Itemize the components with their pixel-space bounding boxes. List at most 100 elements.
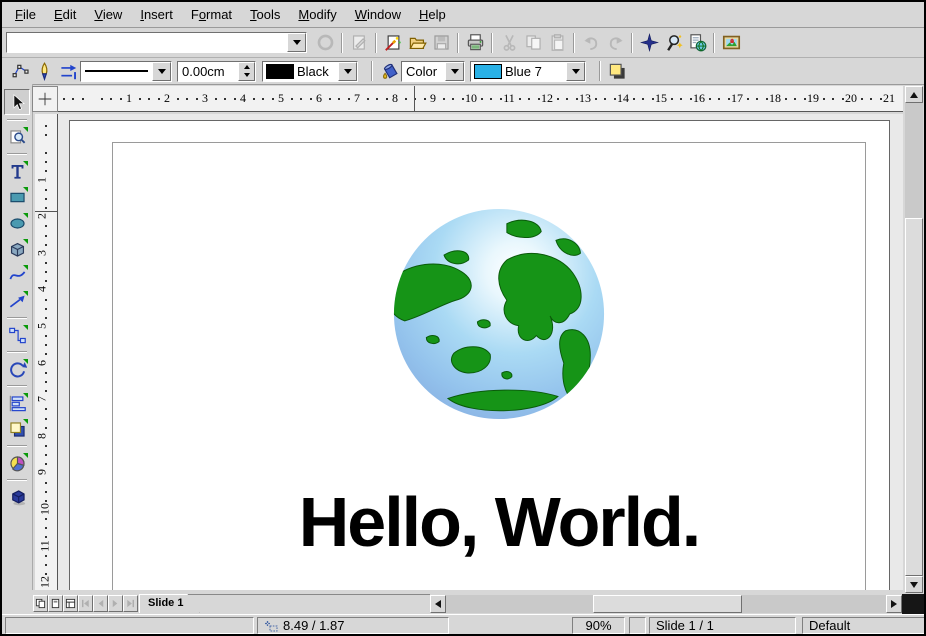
- menu-format[interactable]: Format: [182, 4, 241, 25]
- ruler-tick: [45, 317, 47, 319]
- zoom-level-field[interactable]: 90%: [572, 617, 625, 634]
- arrow-style-button[interactable]: [56, 59, 80, 83]
- first-slide-button[interactable]: [78, 595, 93, 612]
- menu-modify[interactable]: Modify: [289, 4, 345, 25]
- redo-button[interactable]: [603, 31, 627, 55]
- stop-icon: [316, 33, 335, 52]
- previous-slide-button[interactable]: [93, 595, 108, 612]
- cut-button[interactable]: [497, 31, 521, 55]
- arrow-down-icon: [910, 582, 918, 588]
- line-style-combo[interactable]: [80, 61, 172, 82]
- menu-edit[interactable]: Edit: [45, 4, 85, 25]
- scroll-up-button[interactable]: [905, 86, 923, 103]
- horizontal-scrollbar-thumb[interactable]: [593, 595, 742, 613]
- edit-file-button[interactable]: [347, 31, 371, 55]
- open-button[interactable]: [405, 31, 429, 55]
- save-button[interactable]: [429, 31, 453, 55]
- menu-help[interactable]: Help: [410, 4, 455, 25]
- rotate-tool[interactable]: [5, 357, 29, 381]
- alignment-tool[interactable]: [5, 391, 29, 415]
- ruler-tick: [595, 98, 597, 100]
- url-dropdown-button[interactable]: [287, 33, 306, 52]
- menu-view[interactable]: View: [85, 4, 131, 25]
- insert-object-tool[interactable]: [5, 451, 29, 475]
- line-dialog-button[interactable]: [32, 59, 56, 83]
- connector-tool[interactable]: [5, 323, 29, 347]
- layer-mode-button[interactable]: [63, 595, 78, 612]
- new-doc-icon: [384, 33, 403, 52]
- ellipse-tool[interactable]: [5, 211, 29, 235]
- scroll-right-button[interactable]: [886, 595, 902, 613]
- ruler-number: 9: [35, 469, 50, 475]
- shadow-icon: [608, 62, 627, 81]
- paste-button[interactable]: [545, 31, 569, 55]
- zoom-tool[interactable]: [5, 125, 29, 149]
- stop-button[interactable]: [313, 31, 337, 55]
- line-color-combo[interactable]: Black: [262, 61, 358, 82]
- shadow-button[interactable]: [605, 59, 629, 83]
- separator: [7, 385, 27, 387]
- menu-file[interactable]: File: [6, 4, 45, 25]
- menu-window[interactable]: Window: [346, 4, 410, 25]
- fill-type-dropdown-button[interactable]: [445, 62, 464, 81]
- ruler-tick: [794, 98, 796, 100]
- controller-3d-tool[interactable]: [5, 485, 29, 509]
- select-tool[interactable]: [4, 89, 30, 115]
- slide-title-text[interactable]: Hello, World.: [299, 482, 700, 562]
- hyperlink-button[interactable]: [685, 31, 709, 55]
- arrow-right-icon: [891, 600, 897, 608]
- line-width-input[interactable]: 0.00cm: [178, 62, 238, 81]
- gallery-button[interactable]: [719, 31, 743, 55]
- menu-tools[interactable]: Tools: [241, 4, 289, 25]
- master-mode-button[interactable]: [48, 595, 63, 612]
- fill-type-combo[interactable]: Color: [401, 61, 465, 82]
- separator: [573, 33, 575, 53]
- edit-file-icon: [350, 33, 369, 52]
- print-button[interactable]: [463, 31, 487, 55]
- fill-color-combo[interactable]: Blue 7: [470, 61, 586, 82]
- edit-points-button[interactable]: [8, 59, 32, 83]
- ruler-tick: [177, 98, 179, 100]
- long-click-flag-icon: [23, 419, 28, 424]
- navigator-button[interactable]: [637, 31, 661, 55]
- globe-image[interactable]: [391, 206, 607, 422]
- fill-color-dropdown-button[interactable]: [566, 62, 585, 81]
- line-style-dropdown-button[interactable]: [152, 62, 171, 81]
- long-click-flag-icon: [23, 265, 28, 270]
- new-document-button[interactable]: [381, 31, 405, 55]
- vertical-scrollbar-thumb[interactable]: [905, 218, 923, 576]
- curve-tool[interactable]: [5, 263, 29, 287]
- scroll-left-button[interactable]: [430, 595, 446, 613]
- fill-color-label: Blue 7: [505, 62, 542, 81]
- lines-arrows-tool[interactable]: [5, 289, 29, 313]
- line-width-spinner[interactable]: 0.00cm: [177, 61, 256, 82]
- undo-button[interactable]: [579, 31, 603, 55]
- horizontal-ruler: 123456789101112131415161718192021: [58, 86, 903, 112]
- next-slide-button[interactable]: [108, 595, 123, 612]
- zoom-button[interactable]: [661, 31, 685, 55]
- copy-button[interactable]: [521, 31, 545, 55]
- arrange-tool[interactable]: [5, 417, 29, 441]
- drawing-canvas[interactable]: Hello, World.: [58, 114, 903, 590]
- ruler-tick: [45, 500, 47, 502]
- url-combo-box[interactable]: [6, 32, 307, 53]
- line-color-dropdown-button[interactable]: [338, 62, 357, 81]
- ruler-origin-button[interactable]: [32, 86, 58, 112]
- area-dialog-button[interactable]: [377, 59, 401, 83]
- ruler-tick: [215, 98, 217, 100]
- url-input[interactable]: [7, 33, 287, 52]
- horizontal-scrollbar-track[interactable]: [446, 595, 886, 613]
- spin-up-button[interactable]: [239, 63, 254, 72]
- status-bar: 8.49 / 1.87 90% Slide 1 / 1 Default: [2, 614, 924, 636]
- menu-insert[interactable]: Insert: [131, 4, 182, 25]
- rectangle-tool[interactable]: [5, 185, 29, 209]
- objects-3d-tool[interactable]: [5, 237, 29, 261]
- spin-down-button[interactable]: [239, 71, 254, 80]
- text-tool[interactable]: [5, 159, 29, 183]
- scroll-down-button[interactable]: [905, 576, 923, 593]
- page-view-icon: [35, 598, 46, 609]
- page-style-field[interactable]: Default: [802, 617, 925, 634]
- last-slide-button[interactable]: [123, 595, 138, 612]
- separator: [631, 33, 633, 53]
- page-mode-button[interactable]: [33, 595, 48, 612]
